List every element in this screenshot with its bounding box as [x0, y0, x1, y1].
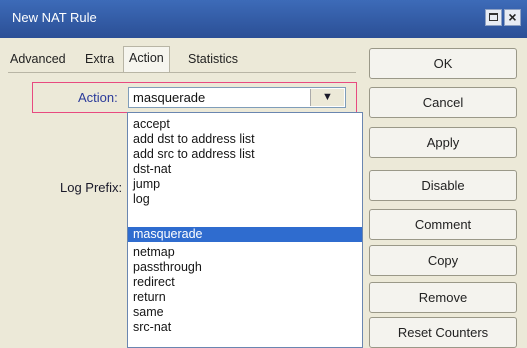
- maximize-icon[interactable]: [485, 9, 502, 26]
- cancel-button[interactable]: Cancel: [369, 87, 517, 118]
- option-src-nat[interactable]: src-nat: [128, 320, 362, 335]
- option-same[interactable]: same: [128, 305, 362, 320]
- option-log[interactable]: log: [128, 192, 362, 207]
- tab-action[interactable]: Action: [123, 46, 170, 72]
- disable-button[interactable]: Disable: [369, 170, 517, 201]
- option-netmap[interactable]: netmap: [128, 245, 362, 260]
- option-add-src-to-address-list[interactable]: add src to address list: [128, 147, 362, 162]
- remove-button[interactable]: Remove: [369, 282, 517, 313]
- nat-rule-window: New NAT Rule × Advanced Extra Action Sta…: [0, 0, 527, 348]
- option-masquerade[interactable]: masquerade: [128, 227, 362, 242]
- window-title: New NAT Rule: [12, 10, 97, 25]
- action-dropdown-list[interactable]: accept add dst to address list add src t…: [127, 112, 363, 348]
- option-redirect[interactable]: redirect: [128, 275, 362, 290]
- option-return[interactable]: return: [128, 290, 362, 305]
- ok-button[interactable]: OK: [369, 48, 517, 79]
- tab-statistics[interactable]: Statistics: [186, 48, 240, 70]
- dropdown-arrow-icon[interactable]: ▼: [310, 89, 344, 106]
- apply-button[interactable]: Apply: [369, 127, 517, 158]
- action-label: Action:: [78, 90, 118, 105]
- reset-counters-button[interactable]: Reset Counters: [369, 317, 517, 348]
- action-select-value: masquerade: [133, 90, 206, 105]
- action-select[interactable]: masquerade ▼: [128, 87, 346, 108]
- option-dst-nat[interactable]: dst-nat: [128, 162, 362, 177]
- option-add-dst-to-address-list[interactable]: add dst to address list: [128, 132, 362, 147]
- copy-button[interactable]: Copy: [369, 245, 517, 276]
- option-jump[interactable]: jump: [128, 177, 362, 192]
- log-prefix-label: Log Prefix:: [60, 180, 123, 195]
- tab-extra[interactable]: Extra: [83, 48, 116, 70]
- close-icon[interactable]: ×: [504, 9, 521, 26]
- option-passthrough[interactable]: passthrough: [128, 260, 362, 275]
- tab-divider: [8, 72, 356, 73]
- title-bar[interactable]: New NAT Rule ×: [0, 0, 527, 38]
- tab-advanced[interactable]: Advanced: [8, 48, 68, 70]
- option-accept[interactable]: accept: [128, 117, 362, 132]
- comment-button[interactable]: Comment: [369, 209, 517, 240]
